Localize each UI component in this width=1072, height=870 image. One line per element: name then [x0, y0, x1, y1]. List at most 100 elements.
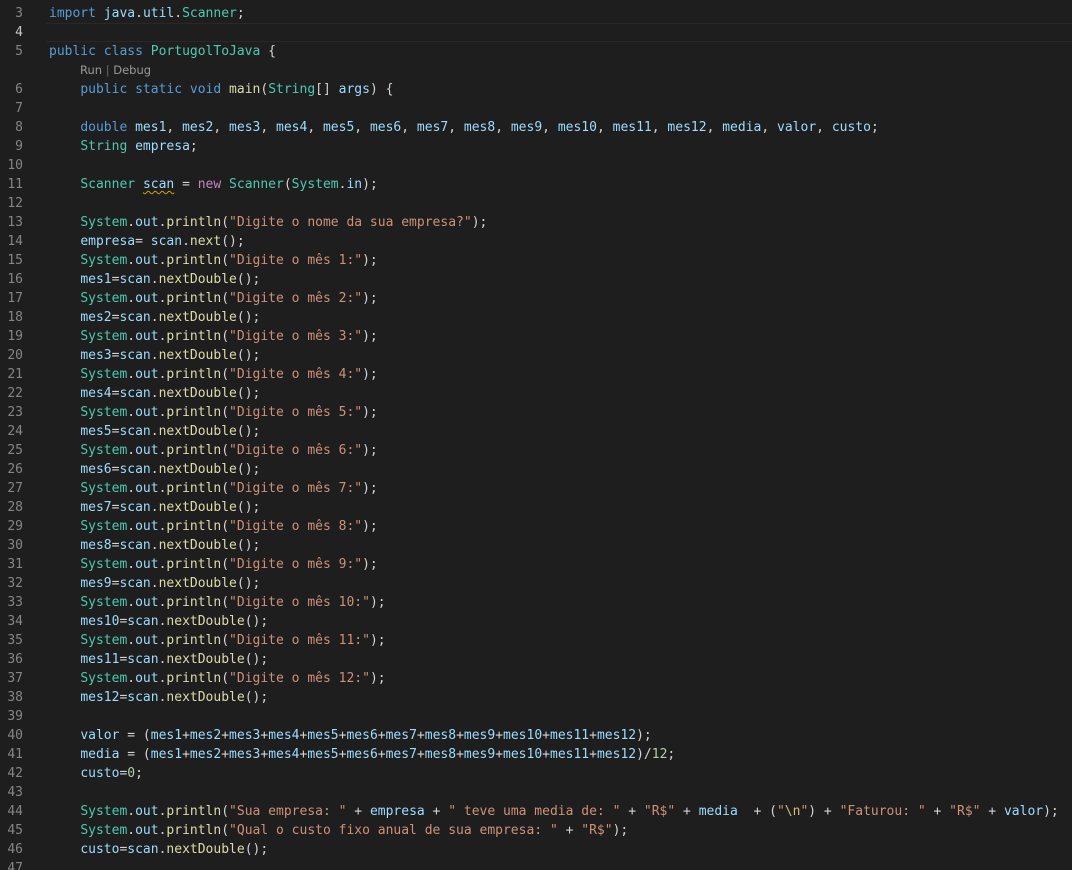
code-line[interactable]: 11 Scanner scan = new Scanner(System.in)… — [0, 175, 1072, 194]
code-line[interactable]: 32 mes9=scan.nextDouble(); — [0, 574, 1072, 593]
code-line[interactable]: 41 media = (mes1+mes2+mes3+mes4+mes5+mes… — [0, 745, 1072, 764]
code-line[interactable]: 33 System.out.println("Digite o mês 10:"… — [0, 593, 1072, 612]
code-line[interactable]: 46 custo=scan.nextDouble(); — [0, 840, 1072, 859]
code-line[interactable]: 43 — [0, 783, 1072, 802]
line-code[interactable]: System.out.println("Digite o mês 11:"); — [49, 631, 385, 650]
line-code[interactable]: mes6=scan.nextDouble(); — [49, 460, 260, 479]
code-line[interactable]: 26 mes6=scan.nextDouble(); — [0, 460, 1072, 479]
code-line[interactable]: 15 System.out.println("Digite o mês 1:")… — [0, 251, 1072, 270]
code-line[interactable]: 35 System.out.println("Digite o mês 11:"… — [0, 631, 1072, 650]
code-line[interactable]: 31 System.out.println("Digite o mês 9:")… — [0, 555, 1072, 574]
code-token: , — [816, 120, 832, 135]
code-token: "R$" — [643, 804, 676, 819]
code-line[interactable]: 34 mes10=scan.nextDouble(); — [0, 612, 1072, 631]
code-line[interactable]: 39 — [0, 707, 1072, 726]
code-line[interactable]: 10 — [0, 156, 1072, 175]
code-line[interactable]: 9 String empresa; — [0, 137, 1072, 156]
code-line[interactable]: 13 System.out.println("Digite o nome da … — [0, 213, 1072, 232]
line-code[interactable]: valor = (mes1+mes2+mes3+mes4+mes5+mes6+m… — [49, 726, 651, 745]
code-line[interactable]: 7 — [0, 99, 1072, 118]
line-code[interactable]: System.out.println("Digite o mês 3:"); — [49, 327, 377, 346]
code-line[interactable]: 25 System.out.println("Digite o mês 6:")… — [0, 441, 1072, 460]
line-code[interactable]: mes2=scan.nextDouble(); — [49, 308, 260, 327]
code-line[interactable]: 18 mes2=scan.nextDouble(); — [0, 308, 1072, 327]
line-code[interactable]: System.out.println("Digite o mês 12:"); — [49, 669, 385, 688]
code-line[interactable]: 4 — [0, 23, 1072, 42]
code-line[interactable]: 45 System.out.println("Qual o custo fixo… — [0, 821, 1072, 840]
line-code[interactable]: empresa= scan.next(); — [49, 232, 244, 251]
line-code[interactable]: mes9=scan.nextDouble(); — [49, 574, 260, 593]
code-line[interactable]: 24 mes5=scan.nextDouble(); — [0, 422, 1072, 441]
line-code[interactable]: System.out.println("Qual o custo fixo an… — [49, 821, 628, 840]
code-line[interactable]: 37 System.out.println("Digite o mês 12:"… — [0, 669, 1072, 688]
code-line[interactable]: 29 System.out.println("Digite o mês 8:")… — [0, 517, 1072, 536]
line-code[interactable]: mes12=scan.nextDouble(); — [49, 688, 268, 707]
code-line[interactable]: 47 — [0, 859, 1072, 870]
line-code[interactable]: System.out.println("Digite o mês 9:"); — [49, 555, 377, 574]
line-code[interactable]: Scanner scan = new Scanner(System.in); — [49, 175, 377, 194]
code-token: , — [307, 120, 323, 135]
line-code[interactable]: mes1=scan.nextDouble(); — [49, 270, 260, 289]
code-token: ( — [221, 443, 230, 458]
code-line[interactable]: 16 mes1=scan.nextDouble(); — [0, 270, 1072, 289]
code-line[interactable]: 20 mes3=scan.nextDouble(); — [0, 346, 1072, 365]
code-line[interactable]: 23 System.out.println("Digite o mês 5:")… — [0, 403, 1072, 422]
line-code[interactable]: System.out.println("Digite o mês 7:"); — [49, 479, 377, 498]
line-number: 25 — [7, 443, 23, 458]
code-line[interactable]: 44 System.out.println("Sua empresa: " + … — [0, 802, 1072, 821]
line-code[interactable]: mes10=scan.nextDouble(); — [49, 612, 268, 631]
line-code[interactable]: String empresa; — [49, 137, 197, 156]
line-number: 15 — [7, 253, 23, 268]
line-code[interactable]: mes3=scan.nextDouble(); — [49, 346, 260, 365]
line-code[interactable]: media = (mes1+mes2+mes3+mes4+mes5+mes6+m… — [49, 745, 675, 764]
code-token: mes10 — [503, 728, 543, 743]
line-code[interactable]: mes11=scan.nextDouble(); — [49, 650, 268, 669]
code-line[interactable]: 3 import java.util.Scanner; — [0, 4, 1072, 23]
code-line[interactable]: 21 System.out.println("Digite o mês 4:")… — [0, 365, 1072, 384]
codelens-debug-link[interactable]: Debug — [113, 63, 151, 77]
code-line[interactable]: 27 System.out.println("Digite o mês 7:")… — [0, 479, 1072, 498]
line-code[interactable]: System.out.println("Digite o nome da sua… — [49, 213, 487, 232]
code-line[interactable]: 36 mes11=scan.nextDouble(); — [0, 650, 1072, 669]
code-token: ); — [612, 823, 629, 838]
code-token: "Qual o custo fixo anual de sua empresa:… — [229, 823, 558, 838]
line-code[interactable]: import java.util.Scanner; — [49, 4, 245, 23]
line-code[interactable]: mes7=scan.nextDouble(); — [49, 498, 260, 517]
code-line[interactable]: 17 System.out.println("Digite o mês 2:")… — [0, 289, 1072, 308]
line-code[interactable]: mes5=scan.nextDouble(); — [49, 422, 260, 441]
line-code[interactable]: public class PortugolToJava { — [49, 42, 276, 61]
code-token: , — [213, 120, 230, 135]
code-editor[interactable]: 3 import java.util.Scanner; 4 5 public class… — [0, 0, 1072, 870]
code-line[interactable]: 5 public class PortugolToJava { — [0, 42, 1072, 61]
code-line[interactable]: 42 custo=0; — [0, 764, 1072, 783]
line-code[interactable]: custo=scan.nextDouble(); — [49, 840, 268, 859]
code-token: mes5 — [307, 747, 339, 762]
line-code[interactable]: mes8=scan.nextDouble(); — [49, 536, 260, 555]
code-token: \n — [784, 804, 801, 819]
line-code[interactable]: System.out.println("Digite o mês 2:"); — [49, 289, 377, 308]
code-line[interactable]: 19 System.out.println("Digite o mês 3:")… — [0, 327, 1072, 346]
code-line[interactable]: 28 mes7=scan.nextDouble(); — [0, 498, 1072, 517]
line-code[interactable]: System.out.println("Digite o mês 10:"); — [49, 593, 385, 612]
line-code[interactable]: System.out.println("Sua empresa: " + emp… — [49, 802, 1058, 821]
line-code[interactable]: custo=0; — [49, 764, 143, 783]
code-token: . — [127, 405, 136, 420]
line-code[interactable]: double mes1, mes2, mes3, mes4, mes5, mes… — [49, 118, 878, 137]
code-line[interactable]: 30 mes8=scan.nextDouble(); — [0, 536, 1072, 555]
line-code[interactable]: mes4=scan.nextDouble(); — [49, 384, 260, 403]
codelens-run-link[interactable]: Run — [80, 63, 102, 77]
code-line[interactable]: 38 mes12=scan.nextDouble(); — [0, 688, 1072, 707]
line-code[interactable]: System.out.println("Digite o mês 5:"); — [49, 403, 377, 422]
line-code[interactable]: System.out.println("Digite o mês 1:"); — [49, 251, 377, 270]
code-line[interactable]: 14 empresa= scan.next(); — [0, 232, 1072, 251]
code-line[interactable]: 8 double mes1, mes2, mes3, mes4, mes5, m… — [0, 118, 1072, 137]
code-line[interactable]: 12 — [0, 194, 1072, 213]
code-line[interactable]: 40 valor = (mes1+mes2+mes3+mes4+mes5+mes… — [0, 726, 1072, 745]
line-code[interactable]: System.out.println("Digite o mês 4:"); — [49, 365, 377, 384]
line-code[interactable]: System.out.println("Digite o mês 8:"); — [49, 517, 377, 536]
code-line[interactable]: 22 mes4=scan.nextDouble(); — [0, 384, 1072, 403]
line-code[interactable]: System.out.println("Digite o mês 6:"); — [49, 441, 377, 460]
line-code[interactable]: public static void main(String[] args) { — [49, 80, 393, 99]
code-line[interactable]: 6 public static void main(String[] args)… — [0, 80, 1072, 99]
code-token: static — [135, 82, 183, 97]
